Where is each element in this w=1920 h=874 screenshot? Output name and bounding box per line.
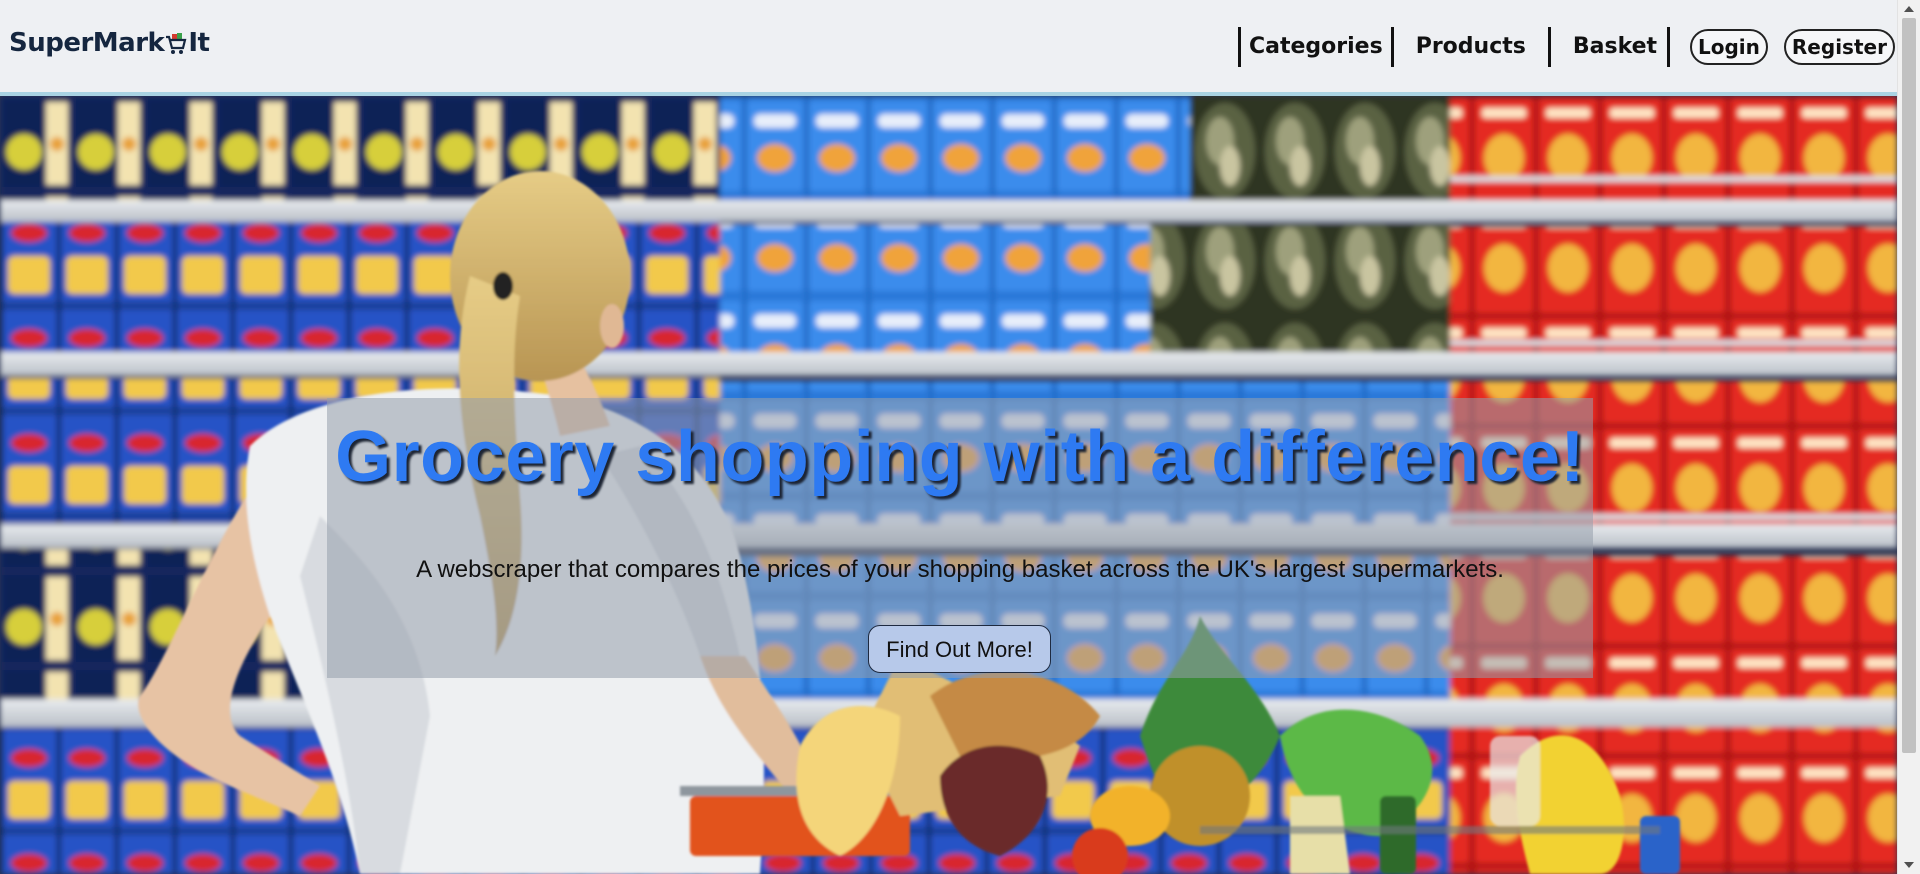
hero-overlay: Grocery shopping with a difference! A we… [327,398,1593,678]
scroll-thumb[interactable] [1902,18,1916,753]
site-header: SuperMark It Categories Products Basket [0,0,1897,96]
vertical-scrollbar[interactable] [1897,0,1920,874]
scroll-up-arrow-icon[interactable] [1904,6,1914,12]
auth-buttons: Login Register [1690,29,1895,65]
hero-section: Grocery shopping with a difference! A we… [0,96,1897,874]
scroll-down-arrow-icon[interactable] [1904,862,1914,868]
login-button[interactable]: Login [1690,29,1768,65]
nav-basket[interactable]: Basket [1551,27,1667,67]
find-out-more-button[interactable]: Find Out More! [868,625,1051,673]
nav-divider [1667,27,1671,67]
logo-text-start: SuperMark [9,28,165,58]
logo-text-end: It [188,28,210,58]
main-nav: Categories Products Basket [1238,27,1671,67]
nav-products[interactable]: Products [1394,27,1548,67]
shopping-cart-icon [165,32,187,56]
nav-categories[interactable]: Categories [1241,27,1391,67]
site-logo[interactable]: SuperMark It [9,28,210,58]
hero-subtitle: A webscraper that compares the prices of… [416,556,1504,583]
page: SuperMark It Categories Products Basket [0,0,1920,874]
register-button[interactable]: Register [1783,29,1895,65]
hero-title: Grocery shopping with a difference! [335,417,1585,497]
